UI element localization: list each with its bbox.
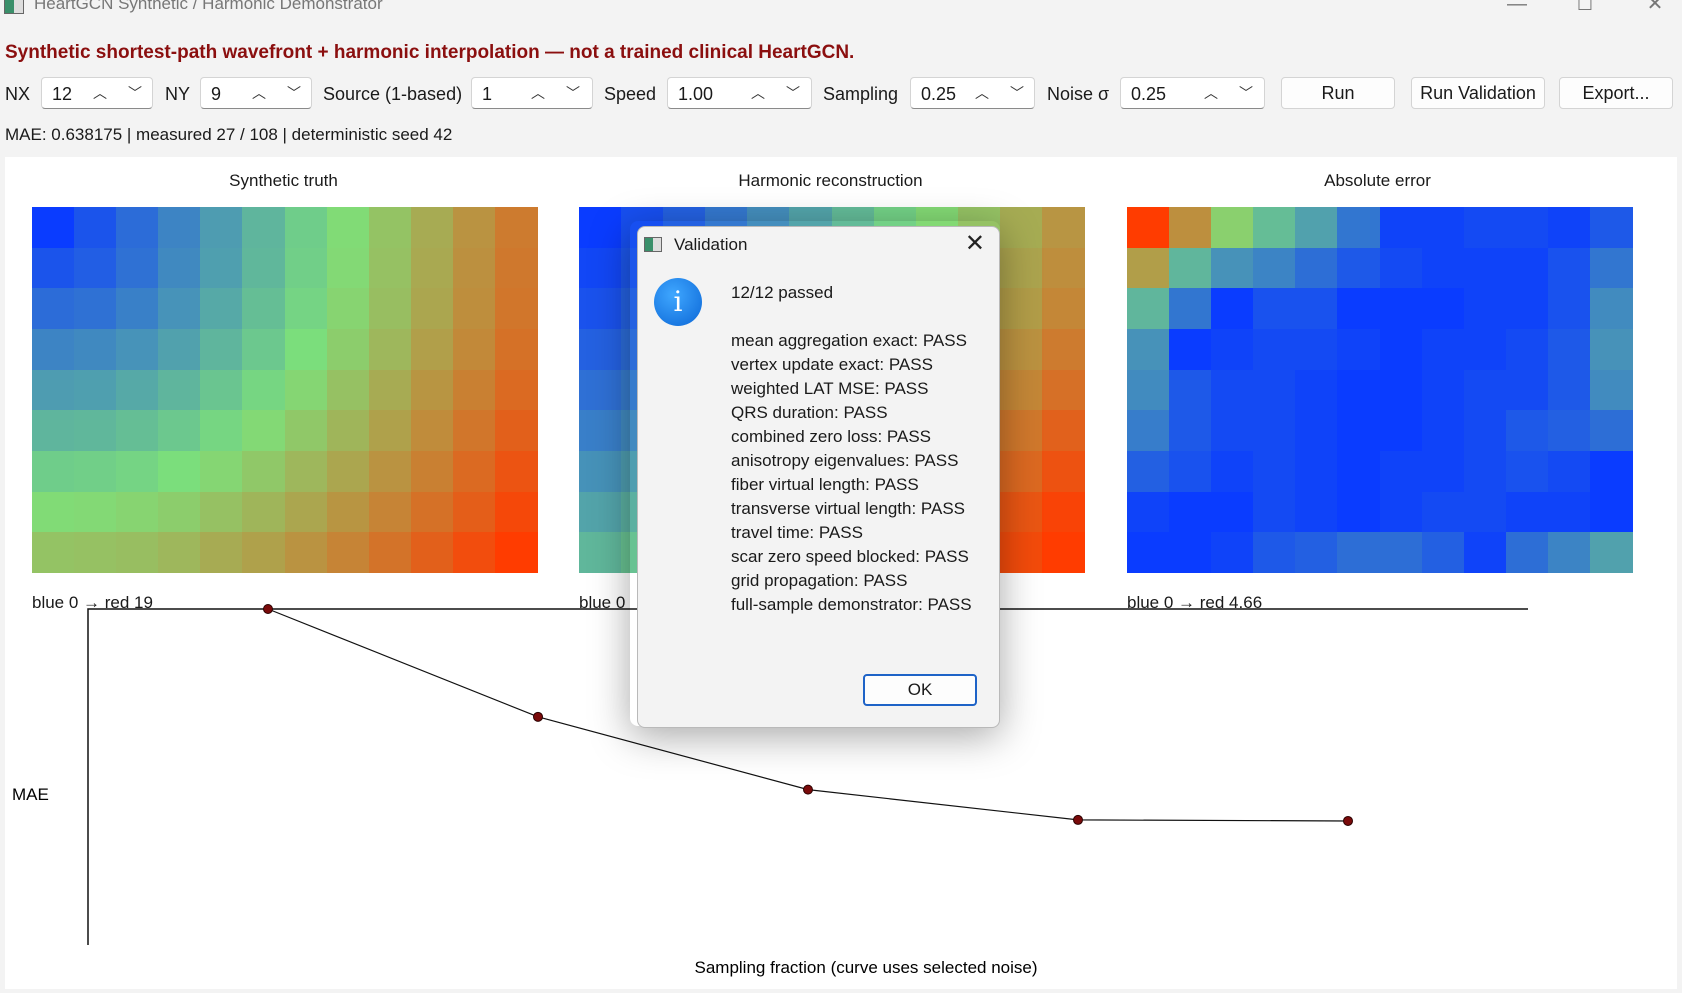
ok-button[interactable]: OK <box>863 674 977 706</box>
run-button[interactable]: Run <box>1281 77 1395 109</box>
mae-data-point <box>1073 814 1083 825</box>
sampling-decrement-icon[interactable]: ﹀ <box>1006 81 1028 105</box>
app-icon <box>4 0 24 14</box>
run-validation-button[interactable]: Run Validation <box>1411 77 1545 109</box>
sampling-value: 0.25 <box>921 84 957 104</box>
maximize-button[interactable]: ☐ <box>1560 0 1610 20</box>
sampling-label: Sampling <box>823 84 899 104</box>
source-spinbox[interactable]: 1 ︿ ﹀ <box>471 77 593 109</box>
source-decrement-icon[interactable]: ﹀ <box>562 81 584 105</box>
validation-result-item: full-sample demonstrator: PASS <box>731 595 972 614</box>
sampling-increment-icon[interactable]: ︿ <box>971 81 993 105</box>
ny-decrement-icon[interactable]: ﹀ <box>283 81 305 105</box>
validation-summary: 12/12 passed <box>731 283 834 302</box>
mae-data-point <box>263 604 273 614</box>
speed-decrement-icon[interactable]: ﹀ <box>782 81 804 105</box>
nx-spinbox[interactable]: 12 ︿ ﹀ <box>41 77 153 109</box>
validation-result-item: weighted LAT MSE: PASS <box>731 379 929 398</box>
validation-results-list: mean aggregation exact: PASS vertex updat… <box>731 329 972 617</box>
validation-result-item: anisotropy eigenvalues: PASS <box>731 451 959 470</box>
dialog-app-icon <box>644 237 662 252</box>
validation-result-item: mean aggregation exact: PASS <box>731 331 967 350</box>
x-axis-label: Sampling fraction (curve uses selected n… <box>695 958 1038 977</box>
nx-increment-icon[interactable]: ︿ <box>89 81 111 105</box>
validation-result-item: fiber virtual length: PASS <box>731 475 919 494</box>
source-increment-icon[interactable]: ︿ <box>527 81 549 105</box>
validation-result-item: vertex update exact: PASS <box>731 355 933 374</box>
window-title: HeartGCN Synthetic / Harmonic Demonstrat… <box>34 0 383 13</box>
validation-result-item: travel time: PASS <box>731 523 863 542</box>
source-label: Source (1-based) <box>323 84 463 104</box>
speed-spinbox[interactable]: 1.00 ︿ ﹀ <box>667 77 812 109</box>
validation-result-item: grid propagation: PASS <box>731 571 908 590</box>
noise-decrement-icon[interactable]: ﹀ <box>1235 81 1257 105</box>
ny-spinbox[interactable]: 9 ︿ ﹀ <box>200 77 312 109</box>
nx-decrement-icon[interactable]: ﹀ <box>124 81 146 105</box>
ny-increment-icon[interactable]: ︿ <box>248 81 270 105</box>
speed-value: 1.00 <box>678 84 714 104</box>
disclaimer-banner: Synthetic shortest-path wavefront + harm… <box>5 42 855 63</box>
dialog-close-icon[interactable]: ✕ <box>965 229 985 258</box>
export-button[interactable]: Export... <box>1559 77 1673 109</box>
source-value: 1 <box>482 84 493 104</box>
y-axis-label: MAE <box>12 785 49 804</box>
noise-label: Noise σ <box>1047 84 1110 104</box>
speed-label: Speed <box>604 84 657 104</box>
noise-value: 0.25 <box>1131 84 1167 104</box>
noise-spinbox[interactable]: 0.25 ︿ ﹀ <box>1120 77 1265 109</box>
mae-data-point <box>533 711 543 722</box>
validation-result-item: transverse virtual length: PASS <box>731 499 966 518</box>
nx-label: NX <box>5 84 31 104</box>
validation-result-item: QRS duration: PASS <box>731 403 888 422</box>
sampling-spinbox[interactable]: 0.25 ︿ ﹀ <box>910 77 1035 109</box>
mae-data-point <box>1343 815 1353 826</box>
mae-data-point <box>803 784 813 795</box>
status-line: MAE: 0.638175 | measured 27 / 108 | dete… <box>5 125 453 144</box>
close-window-button[interactable]: ✕ <box>1630 0 1680 20</box>
ny-value: 9 <box>211 84 222 104</box>
ny-label: NY <box>165 84 191 104</box>
minimize-button[interactable]: — <box>1492 0 1542 20</box>
title-bar: HeartGCN Synthetic / Harmonic Demonstrat… <box>0 0 1682 26</box>
info-icon: i <box>654 278 702 326</box>
dialog-title: Validation <box>674 235 748 254</box>
validation-result-item: combined zero loss: PASS <box>731 427 931 446</box>
nx-value: 12 <box>52 84 73 104</box>
speed-increment-icon[interactable]: ︿ <box>747 81 769 105</box>
controls-toolbar: NX 12 ︿ ﹀ NY 9 ︿ ﹀ Source (1-based) 1 ︿ … <box>0 77 1682 111</box>
validation-dialog: Validation ✕ i 12/12 passed mean aggrega… <box>637 226 1000 728</box>
validation-result-item: scar zero speed blocked: PASS <box>731 547 969 566</box>
noise-increment-icon[interactable]: ︿ <box>1200 81 1222 105</box>
